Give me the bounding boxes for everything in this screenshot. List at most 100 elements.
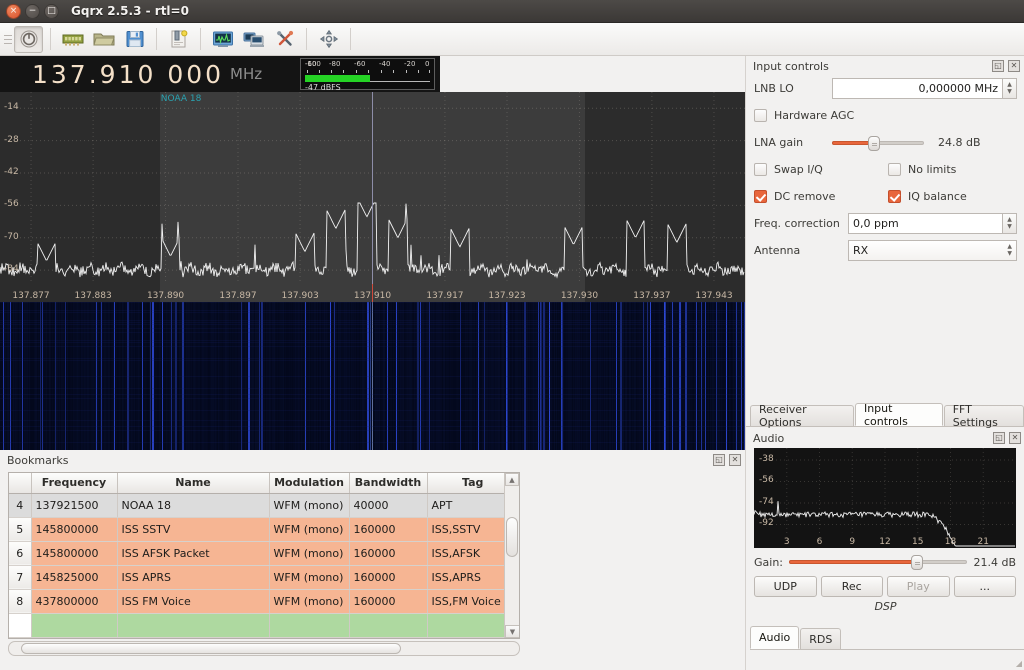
tab-input-controls[interactable]: Input controls (854, 402, 943, 428)
bookmarks-close-icon[interactable]: ✕ (729, 454, 741, 466)
cell-name[interactable] (117, 613, 270, 638)
table-row[interactable]: 8 437800000 ISS FM Voice WFM (mono) 160000 IS… (9, 589, 519, 614)
resize-grip[interactable]: ◢ (1016, 659, 1022, 668)
bookmarks-table[interactable]: Frequency Name Modulation Bandwidth Tag … (9, 473, 519, 638)
spectrum-bookmark-label[interactable]: NOAA 18 (161, 94, 202, 104)
cell-frequency[interactable]: 145800000 (31, 541, 118, 566)
cell-index[interactable]: 7 (9, 565, 32, 590)
input-controls-close-icon[interactable]: ✕ (1008, 60, 1020, 72)
cell-frequency[interactable]: 137921500 (31, 493, 118, 518)
hardware-agc-checkbox[interactable]: Hardware AGC (754, 109, 854, 122)
antenna-select[interactable]: RX ▲ ▼ (848, 240, 1017, 261)
checkbox-icon[interactable] (754, 190, 767, 203)
window-minimize-icon[interactable]: − (25, 3, 40, 19)
bookmark-icon[interactable] (164, 26, 193, 53)
cell-name[interactable]: ISS FM Voice (117, 589, 270, 614)
scrollbar-thumb[interactable] (506, 517, 518, 557)
audio-float-icon[interactable]: ◱ (993, 432, 1005, 444)
tab-rds[interactable]: RDS (800, 628, 842, 649)
hardware-chip-icon[interactable] (58, 26, 87, 53)
table-row[interactable]: 5 145800000 ISS SSTV WFM (mono) 160000 ISS,SS… (9, 517, 519, 542)
cell-name[interactable]: ISS APRS (117, 565, 270, 590)
checkbox-icon[interactable] (754, 163, 767, 176)
slider-handle[interactable] (911, 555, 924, 570)
cell-index[interactable] (9, 613, 32, 638)
bookmarks-horizontal-scrollbar[interactable] (8, 641, 520, 656)
audio-spectrum-plot[interactable]: -38 -56 -74 -92 3 6 9 12 15 18 21 (754, 448, 1016, 548)
window-close-icon[interactable]: × (6, 3, 21, 19)
scroll-down-icon[interactable]: ▼ (505, 625, 519, 638)
scroll-up-icon[interactable]: ▲ (505, 473, 519, 486)
cell-name[interactable]: NOAA 18 (117, 493, 270, 518)
dc-remove-checkbox[interactable]: DC remove (754, 190, 888, 203)
iq-recorder-icon[interactable] (208, 26, 237, 53)
power-icon[interactable] (14, 25, 43, 53)
cell-frequency[interactable] (31, 613, 118, 638)
frequency-digits[interactable]: 137.910 000 (0, 60, 224, 89)
lnb-lo-input[interactable]: 0,000000 MHz (832, 78, 1003, 99)
lnb-lo-stepper[interactable]: ▲ ▼ (1003, 78, 1017, 99)
cell-bandwidth[interactable]: 160000 (349, 517, 428, 542)
floppy-save-icon[interactable] (120, 26, 149, 53)
checkbox-icon[interactable] (754, 109, 767, 122)
cell-bandwidth[interactable]: 160000 (349, 541, 428, 566)
cell-modulation[interactable]: WFM (mono) (269, 541, 350, 566)
table-row[interactable]: 4 137921500 NOAA 18 WFM (mono) 40000 APT (9, 493, 519, 518)
slider-handle[interactable] (868, 135, 881, 151)
swap-iq-checkbox[interactable]: Swap I/Q (754, 163, 888, 176)
more-options-button[interactable]: ... (953, 576, 1016, 597)
cell-index[interactable]: 4 (9, 493, 32, 518)
cell-frequency[interactable]: 145825000 (31, 565, 118, 590)
spectrum-plot[interactable]: -14 -28 -42 -56 -70 -84 137.877 137.883 137.890… (0, 92, 745, 302)
column-header-modulation[interactable]: Modulation (269, 473, 350, 494)
cell-name[interactable]: ISS AFSK Packet (117, 541, 270, 566)
checkbox-icon[interactable] (888, 163, 901, 176)
tab-fft-settings[interactable]: FFT Settings (943, 403, 1024, 429)
tab-receiver-options[interactable]: Receiver Options (750, 403, 854, 429)
cell-bandwidth[interactable] (349, 613, 428, 638)
cell-bandwidth[interactable]: 160000 (349, 565, 428, 590)
navigate-icon[interactable] (314, 26, 343, 53)
audio-gain-slider[interactable] (789, 552, 968, 572)
cell-index[interactable]: 5 (9, 517, 32, 542)
iq-balance-checkbox[interactable]: IQ balance (888, 190, 967, 203)
table-row[interactable]: 7 145825000 ISS APRS WFM (mono) 160000 ISS,AP… (9, 565, 519, 590)
waterfall-plot[interactable] (0, 302, 745, 450)
cell-name[interactable]: ISS SSTV (117, 517, 270, 542)
checkbox-icon[interactable] (888, 190, 901, 203)
tools-icon[interactable] (270, 26, 299, 53)
cell-bandwidth[interactable]: 160000 (349, 589, 428, 614)
folder-open-icon[interactable] (89, 26, 118, 53)
table-row[interactable] (9, 613, 519, 638)
cell-index[interactable]: 6 (9, 541, 32, 566)
no-limits-checkbox[interactable]: No limits (888, 163, 956, 176)
column-header-frequency[interactable]: Frequency (31, 473, 118, 494)
column-header-bandwidth[interactable]: Bandwidth (349, 473, 428, 494)
cell-modulation[interactable]: WFM (mono) (269, 589, 350, 614)
audio-close-icon[interactable]: ✕ (1009, 432, 1021, 444)
bookmarks-table-container[interactable]: Frequency Name Modulation Bandwidth Tag … (8, 472, 520, 639)
chevron-updown-icon[interactable]: ▲ ▼ (1007, 243, 1012, 257)
tab-audio[interactable]: Audio (750, 626, 800, 649)
cell-index[interactable]: 8 (9, 589, 32, 614)
spectrum-center-cursor[interactable] (372, 92, 373, 284)
column-header-index[interactable] (9, 473, 32, 494)
input-controls-float-icon[interactable]: ◱ (992, 60, 1004, 72)
freq-correction-stepper[interactable]: ▲ ▼ (1003, 213, 1017, 234)
udp-button[interactable]: UDP (754, 576, 817, 597)
bookmarks-body[interactable]: 4 137921500 NOAA 18 WFM (mono) 40000 APT 5 1458… (9, 493, 519, 638)
scrollbar-thumb-horizontal[interactable] (21, 643, 401, 654)
window-maximize-icon[interactable]: □ (44, 3, 59, 19)
toolbar-grip[interactable] (4, 29, 12, 49)
table-row[interactable]: 6 145800000 ISS AFSK Packet WFM (mono) 16000… (9, 541, 519, 566)
rec-button[interactable]: Rec (820, 576, 883, 597)
spectrum-tuner-marker[interactable] (372, 284, 373, 302)
cell-modulation[interactable]: WFM (mono) (269, 493, 350, 518)
cell-bandwidth[interactable]: 40000 (349, 493, 428, 518)
cell-frequency[interactable]: 437800000 (31, 589, 118, 614)
bookmarks-vertical-scrollbar[interactable]: ▲ ▼ (504, 473, 519, 638)
column-header-name[interactable]: Name (117, 473, 270, 494)
bookmarks-float-icon[interactable]: ◱ (713, 454, 725, 466)
cell-modulation[interactable] (269, 613, 350, 638)
cell-frequency[interactable]: 145800000 (31, 517, 118, 542)
